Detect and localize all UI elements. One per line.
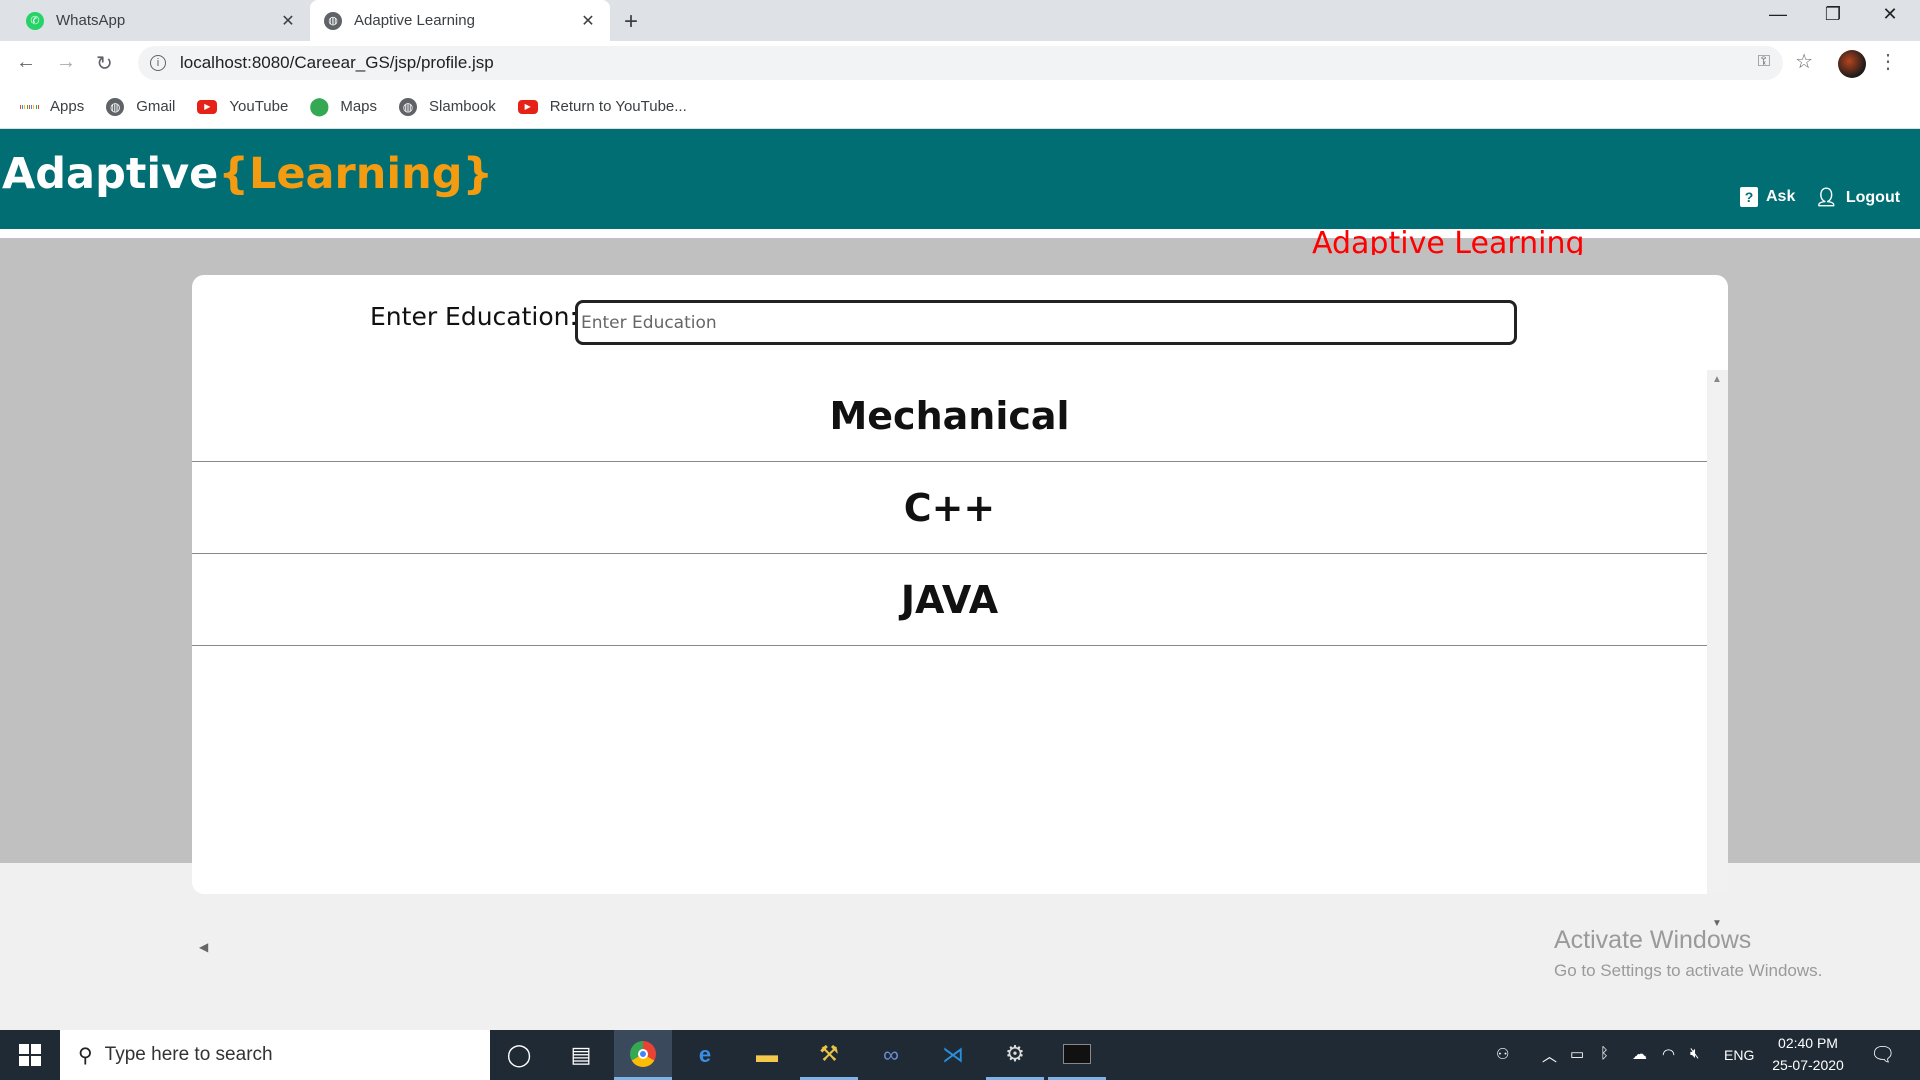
tools-icon[interactable]: ⚒	[800, 1030, 858, 1080]
education-label: Enter Education:-	[370, 302, 587, 331]
ask-link[interactable]: ? Ask	[1740, 187, 1795, 207]
notification-center-icon[interactable]: 🗨︎	[1870, 1042, 1895, 1067]
course-item-java[interactable]: JAVA	[192, 554, 1707, 646]
taskbar-search[interactable]: ⚲ Type here to search	[60, 1030, 490, 1080]
vertical-scrollbar[interactable]	[1707, 370, 1728, 894]
profile-avatar[interactable]	[1838, 50, 1866, 78]
course-item-cpp[interactable]: C++	[192, 462, 1707, 554]
taskbar-search-placeholder: Type here to search	[104, 1044, 273, 1065]
windows-taskbar: ⚲ Type here to search ◯ ▤ e ▬ ⚒ ∞ ⋊ ⚙ ⚇ …	[0, 1030, 1920, 1080]
header-divider	[0, 229, 1920, 238]
start-button[interactable]	[0, 1030, 60, 1080]
course-item-mechanical[interactable]: Mechanical	[192, 370, 1707, 462]
globe-icon: ◍	[399, 97, 418, 116]
logout-link[interactable]: 👤︎ Logout	[1815, 187, 1900, 208]
bookmark-return-youtube[interactable]: ▶ Return to YouTube...	[517, 98, 687, 115]
edge-icon[interactable]: e	[676, 1030, 734, 1080]
menu-dots-icon[interactable]: ⋮	[1878, 49, 1898, 74]
close-tab-icon[interactable]: ✕	[276, 11, 300, 31]
scroll-up-arrow-icon[interactable]: ▲	[1712, 374, 1722, 385]
whatsapp-icon: ✆	[26, 11, 44, 30]
onedrive-icon[interactable]: ☁	[1632, 1045, 1647, 1063]
bookmark-maps[interactable]: ⬤ Maps	[309, 96, 378, 116]
tab-adaptive-learning[interactable]: ◍ Adaptive Learning ✕	[310, 0, 610, 41]
settings-gear-icon[interactable]: ⚙	[986, 1030, 1044, 1080]
cortana-icon[interactable]: ◯	[490, 1030, 548, 1080]
bookmark-label: Return to YouTube...	[549, 98, 687, 115]
globe-icon: ◍	[324, 11, 342, 30]
brand-main: Adaptive	[2, 149, 219, 199]
browser-tab-strip: ✆ WhatsApp ✕ ◍ Adaptive Learning ✕ + — ❐…	[0, 0, 1920, 41]
activate-windows-subtitle: Go to Settings to activate Windows.	[1554, 961, 1823, 980]
user-icon: 👤︎	[1815, 187, 1838, 207]
brand-logo[interactable]: Adaptive{Learning}	[2, 149, 493, 199]
clock-time[interactable]: 02:40 PM	[1776, 1035, 1840, 1051]
task-view-icon[interactable]: ▤	[552, 1030, 610, 1080]
vscode-icon[interactable]: ⋊	[924, 1030, 982, 1080]
forward-arrow-icon[interactable]: →	[56, 51, 76, 74]
bookmark-label: Apps	[50, 98, 85, 115]
reload-icon[interactable]: ↻	[96, 51, 113, 76]
minimize-icon[interactable]: —	[1758, 4, 1798, 25]
logout-label: Logout	[1845, 188, 1901, 206]
close-window-icon[interactable]: ✕	[1870, 4, 1910, 25]
brand-accent: {Learning}	[218, 149, 494, 199]
bluetooth-icon[interactable]: ᛒ	[1600, 1045, 1609, 1062]
education-input[interactable]	[575, 300, 1517, 345]
wifi-icon[interactable]: ◠	[1662, 1045, 1675, 1063]
tab-title: WhatsApp	[56, 12, 126, 29]
windows-logo-icon	[19, 1044, 41, 1066]
course-list: Mechanical C++ JAVA	[192, 370, 1707, 646]
back-arrow-icon[interactable]: ←	[16, 51, 36, 74]
search-icon: ⚲	[78, 1044, 93, 1067]
question-icon: ?	[1740, 187, 1758, 207]
volume-muted-icon[interactable]: 🔇︎	[1690, 1045, 1699, 1062]
clock-date[interactable]: 25-07-2020	[1768, 1057, 1848, 1073]
battery-icon[interactable]: ▭	[1570, 1045, 1584, 1063]
bookmark-label: Gmail	[136, 98, 176, 115]
youtube-icon: ▶	[517, 99, 538, 114]
language-indicator[interactable]: ENG	[1724, 1047, 1754, 1063]
address-bar[interactable]: i localhost:8080/Careear_GS/jsp/profile.…	[138, 46, 1783, 80]
file-explorer-icon[interactable]: ▬	[738, 1030, 796, 1080]
tab-title: Adaptive Learning	[354, 12, 475, 29]
bookmark-gmail[interactable]: ◍ Gmail	[106, 97, 176, 116]
scroll-left-arrow-icon[interactable]: ◀	[199, 940, 208, 954]
info-icon[interactable]: i	[150, 55, 166, 71]
people-icon[interactable]: ⚇	[1496, 1045, 1509, 1063]
bookmark-label: YouTube	[229, 98, 289, 115]
infinity-icon[interactable]: ∞	[862, 1030, 920, 1080]
mysql-icon[interactable]	[1048, 1030, 1106, 1080]
key-icon[interactable]: ⚿	[1758, 53, 1770, 71]
globe-icon: ◍	[106, 97, 125, 116]
bookmark-label: Maps	[340, 98, 378, 115]
youtube-icon: ▶	[197, 99, 218, 114]
bookmarks-bar: Apps ◍ Gmail ▶ YouTube ⬤ Maps ◍ Slambook…	[0, 85, 1920, 129]
close-tab-icon[interactable]: ✕	[576, 11, 600, 31]
bookmark-slambook[interactable]: ◍ Slambook	[399, 97, 496, 116]
url-text[interactable]: localhost:8080/Careear_GS/jsp/profile.js…	[180, 53, 494, 73]
activate-windows-title: Activate Windows	[1554, 926, 1752, 954]
site-header: Adaptive{Learning} ? Ask 👤︎ Logout	[0, 129, 1920, 229]
apps-grid-icon	[20, 98, 38, 116]
new-tab-button[interactable]: +	[624, 8, 638, 36]
tab-whatsapp[interactable]: ✆ WhatsApp ✕	[0, 0, 310, 41]
bookmark-label: Slambook	[429, 98, 496, 115]
ask-label: Ask	[1766, 188, 1796, 205]
bookmark-youtube[interactable]: ▶ YouTube	[197, 98, 288, 115]
tray-chevron-icon[interactable]: ︿	[1542, 1045, 1557, 1066]
restore-icon[interactable]: ❐	[1813, 4, 1853, 25]
bookmark-apps[interactable]: Apps	[20, 98, 84, 116]
browser-toolbar: ← → ↻ i localhost:8080/Careear_GS/jsp/pr…	[0, 41, 1920, 85]
chrome-icon[interactable]	[614, 1030, 672, 1080]
bookmark-star-icon[interactable]: ☆	[1795, 49, 1813, 74]
marquee-text: Adaptive Learning	[1312, 226, 1585, 255]
maps-pin-icon: ⬤	[309, 96, 330, 116]
